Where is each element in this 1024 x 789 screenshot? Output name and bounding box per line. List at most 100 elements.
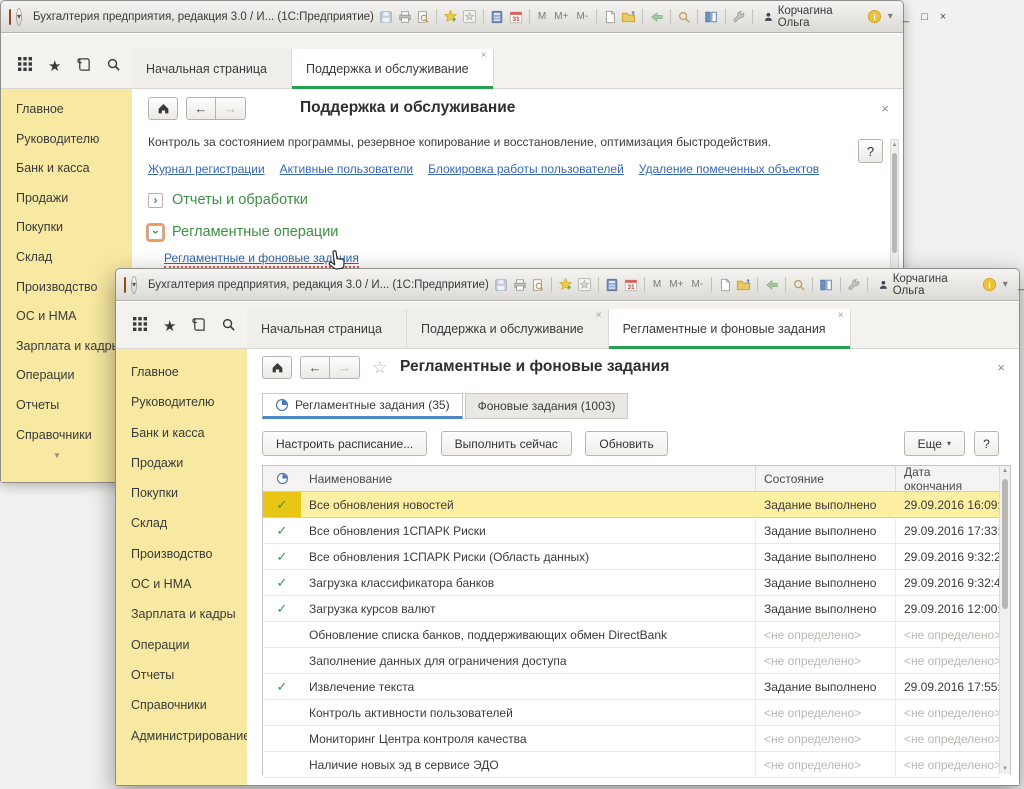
close-window-button[interactable]: ×: [936, 11, 950, 23]
open-icon[interactable]: [621, 9, 636, 25]
favorites-icon[interactable]: ★: [163, 319, 176, 334]
scroll-up-icon[interactable]: ▲: [1000, 468, 1010, 474]
table-row[interactable]: ✓ Извлечение текста Задание выполнено 29…: [263, 674, 1010, 700]
sidebar-item-reports[interactable]: Отчеты: [116, 660, 247, 690]
scroll-thumb[interactable]: [892, 153, 897, 253]
current-user[interactable]: Корчагина Ольга: [874, 273, 978, 297]
menu-grid-icon[interactable]: [17, 56, 33, 77]
name-column-header[interactable]: Наименование: [301, 466, 755, 491]
link-registration-journal[interactable]: Журнал регистрации: [148, 162, 265, 176]
back-button[interactable]: ←: [186, 97, 216, 120]
sidebar-item-main[interactable]: Главное: [1, 95, 132, 125]
add-favorite-icon[interactable]: [443, 9, 458, 25]
refresh-button[interactable]: Обновить: [585, 431, 667, 456]
table-row[interactable]: ✓ Все обновления 1СПАРК Риски (Область д…: [263, 544, 1010, 570]
sidebar-item-manager[interactable]: Руководителю: [116, 387, 247, 417]
maximize-button[interactable]: □: [917, 11, 931, 23]
calculator-icon[interactable]: [605, 277, 619, 293]
new-document-icon[interactable]: [718, 277, 732, 293]
split-view-icon[interactable]: [704, 9, 718, 25]
sidebar-item-salary-hr[interactable]: Зарплата и кадры: [116, 599, 247, 629]
print-icon[interactable]: [512, 277, 526, 293]
tab-home-page[interactable]: Начальная страница: [247, 309, 407, 348]
save-icon[interactable]: [379, 9, 393, 25]
link-delete-marked[interactable]: Удаление помеченных объектов: [639, 162, 819, 176]
history-icon[interactable]: [76, 57, 91, 77]
memory-m-button[interactable]: M: [651, 279, 663, 290]
sidebar-more-icon[interactable]: ▼: [53, 451, 61, 460]
sidebar-item-directories[interactable]: Справочники: [1, 421, 132, 451]
calendar-icon[interactable]: 31: [624, 277, 638, 293]
sidebar-item-fixed-assets[interactable]: ОС и НМА: [1, 302, 132, 332]
minimize-button[interactable]: _: [1014, 279, 1024, 291]
table-row[interactable]: ✓ Все обновления новостей Задание выполн…: [263, 492, 1010, 518]
sidebar-item-warehouse[interactable]: Склад: [116, 508, 247, 538]
sidebar-item-salary-hr[interactable]: Зарплата и кадры: [1, 332, 132, 362]
history-icon[interactable]: [191, 317, 206, 337]
sidebar-item-sales[interactable]: Продажи: [116, 448, 247, 478]
scroll-down-icon[interactable]: ▼: [1000, 766, 1010, 772]
sidebar-item-purchases[interactable]: Покупки: [116, 478, 247, 508]
favorites-icon[interactable]: [577, 277, 592, 293]
forward-button[interactable]: →: [330, 356, 360, 379]
table-row[interactable]: Контроль активности пользователей <не оп…: [263, 700, 1010, 726]
table-row[interactable]: Наличие новых эд в сервисе ЭДО <не опред…: [263, 752, 1010, 778]
favorites-icon[interactable]: ★: [48, 59, 61, 74]
close-icon[interactable]: ×: [838, 311, 844, 321]
state-column-header[interactable]: Состояние: [755, 466, 895, 491]
main-menu-button[interactable]: ▾: [131, 276, 137, 294]
close-icon[interactable]: ×: [596, 311, 602, 321]
window-titlebar[interactable]: ▾ Бухгалтерия предприятия, редакция 3.0 …: [1, 1, 903, 33]
close-page-icon[interactable]: ×: [997, 360, 1005, 375]
configure-schedule-button[interactable]: Настроить расписание...: [262, 431, 427, 456]
back-button[interactable]: ←: [300, 356, 330, 379]
sidebar-item-fixed-assets[interactable]: ОС и НМА: [116, 569, 247, 599]
subtab-background-jobs[interactable]: Фоновые задания (1003): [465, 393, 629, 419]
close-icon[interactable]: ×: [481, 51, 487, 61]
sidebar-item-operations[interactable]: Операции: [116, 630, 247, 660]
sidebar-item-warehouse[interactable]: Склад: [1, 243, 132, 273]
print-preview-icon[interactable]: [531, 277, 545, 293]
add-favorite-icon[interactable]: [558, 277, 573, 293]
info-icon[interactable]: i: [982, 277, 997, 293]
sidebar-item-production[interactable]: Производство: [116, 539, 247, 569]
sidebar-item-purchases[interactable]: Покупки: [1, 213, 132, 243]
tab-support-maintenance[interactable]: Поддержка и обслуживание ×: [407, 309, 609, 348]
section-label[interactable]: Отчеты и обработки: [172, 192, 308, 208]
close-page-icon[interactable]: ×: [881, 101, 889, 116]
memory-m-minus-button[interactable]: M-: [689, 279, 705, 290]
memory-m-button[interactable]: M: [536, 11, 548, 22]
memory-m-minus-button[interactable]: M-: [574, 11, 590, 22]
sidebar-item-bank-cash[interactable]: Банк и касса: [1, 154, 132, 184]
scroll-thumb[interactable]: [1002, 479, 1008, 609]
search-icon[interactable]: [106, 57, 121, 77]
home-button[interactable]: [148, 97, 178, 120]
settings-wrench-icon[interactable]: [847, 277, 861, 293]
sidebar-item-sales[interactable]: Продажи: [1, 184, 132, 214]
memory-m-plus-button[interactable]: M+: [552, 11, 570, 22]
sidebar-item-administration[interactable]: Администрирование: [116, 721, 247, 751]
back-history-icon[interactable]: [764, 277, 778, 293]
current-user[interactable]: Корчагина Ольга: [759, 5, 863, 29]
table-row[interactable]: ✓ Загрузка классификатора банков Задание…: [263, 570, 1010, 596]
table-row[interactable]: Мониторинг Центра контроля качества <не …: [263, 726, 1010, 752]
more-button[interactable]: Еще ▾: [904, 431, 965, 456]
settings-wrench-icon[interactable]: [732, 9, 746, 25]
scroll-up-icon[interactable]: ▲: [891, 142, 898, 148]
split-view-icon[interactable]: [819, 277, 833, 293]
sidebar-item-manager[interactable]: Руководителю: [1, 125, 132, 155]
table-row[interactable]: Обновление списка банков, поддерживающих…: [263, 622, 1010, 648]
main-menu-button[interactable]: ▾: [16, 8, 22, 26]
table-row[interactable]: ✓ Загрузка курсов валют Задание выполнен…: [263, 596, 1010, 622]
chevron-down-icon[interactable]: ▾: [1001, 279, 1010, 290]
sidebar-item-reports[interactable]: Отчеты: [1, 391, 132, 421]
sidebar-item-operations[interactable]: Операции: [1, 361, 132, 391]
menu-grid-icon[interactable]: [132, 316, 148, 337]
calculator-icon[interactable]: [490, 9, 504, 25]
table-row[interactable]: ✓ Все обновления 1СПАРК Риски Задание вы…: [263, 518, 1010, 544]
favorites-icon[interactable]: [462, 9, 477, 25]
link-active-users[interactable]: Активные пользователи: [280, 162, 413, 176]
print-preview-icon[interactable]: [416, 9, 430, 25]
memory-m-plus-button[interactable]: M+: [667, 279, 685, 290]
back-history-icon[interactable]: [649, 9, 663, 25]
